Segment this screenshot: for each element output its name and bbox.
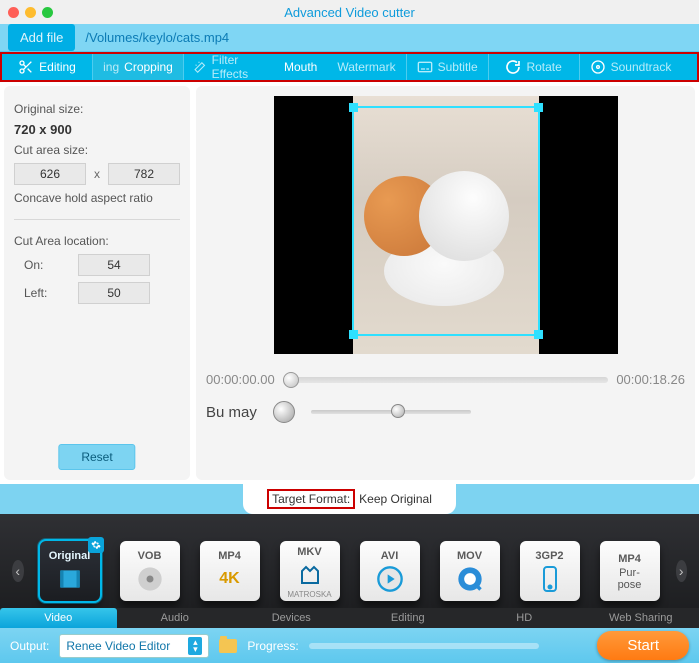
cat-editing[interactable]: Editing (350, 608, 467, 628)
format-mp4-4k[interactable]: MP4 4K (200, 541, 260, 601)
window-controls (8, 7, 53, 18)
formats-prev[interactable]: ‹ (12, 560, 24, 582)
cat-hd[interactable]: HD (466, 608, 583, 628)
target-format-value: Keep Original (359, 492, 432, 506)
timeline: 00:00:00.00 00:00:18.26 (206, 372, 685, 387)
tab-cropping[interactable]: ing Cropping (93, 54, 183, 80)
file-toolbar: Add file /Volumes/keylo/cats.mp4 (0, 24, 699, 52)
start-button[interactable]: Start (597, 631, 689, 660)
on-label: On: (24, 258, 64, 272)
on-input[interactable] (78, 254, 150, 276)
format-mp4-purpose[interactable]: MP4 Pur- pose (600, 541, 660, 601)
format-mkv[interactable]: MKV MATROSKA (280, 541, 340, 601)
main-area: Original size: 720 x 900 Cut area size: … (0, 82, 699, 484)
cut-height-input[interactable] (108, 163, 180, 185)
cat-audio[interactable]: Audio (117, 608, 234, 628)
output-select[interactable]: Renee Video Editor ▴▾ (59, 634, 209, 658)
purpose-text: Pur- pose (618, 567, 642, 591)
video-preview[interactable] (274, 96, 618, 354)
time-total: 00:00:18.26 (616, 372, 685, 387)
fourk-icon: 4K (215, 564, 245, 594)
slider-thumb[interactable] (391, 404, 405, 418)
minimize-button[interactable] (25, 7, 36, 18)
timeline-track[interactable] (283, 377, 609, 383)
time-current: 00:00:00.00 (206, 372, 275, 387)
format-avi[interactable]: AVI (360, 541, 420, 601)
left-input[interactable] (78, 282, 150, 304)
add-file-button[interactable]: Add file (8, 24, 75, 51)
scissors-icon (18, 59, 34, 75)
crop-handle-bl[interactable] (349, 330, 358, 339)
cat-video[interactable]: Video (0, 608, 117, 628)
format-tab-strip: Target Format: Keep Original (0, 484, 699, 514)
gear-icon[interactable] (88, 537, 104, 553)
film-icon (55, 564, 85, 594)
tab-rotate[interactable]: Rotate (489, 54, 579, 80)
original-size-label: Original size: (14, 102, 180, 116)
phone-icon (535, 564, 565, 594)
formats-strip: ‹ Original VOB MP4 4K MKV MATROSKA AVI M… (0, 514, 699, 628)
bottom-bar: Output: Renee Video Editor ▴▾ Progress: … (0, 628, 699, 663)
original-size-value: 720 x 900 (14, 122, 180, 137)
cat-devices[interactable]: Devices (233, 608, 350, 628)
matroska-icon (295, 560, 325, 590)
crop-handle-tl[interactable] (349, 103, 358, 112)
cut-area-location-label: Cut Area location: (14, 234, 180, 248)
tab-soundtrack[interactable]: Soundtrack (580, 54, 682, 80)
divider (14, 219, 180, 220)
filepath-label: /Volumes/keylo/cats.mp4 (85, 30, 229, 45)
titlebar: Advanced Video cutter (0, 0, 699, 24)
reset-button[interactable]: Reset (58, 444, 135, 470)
quicktime-icon (455, 564, 485, 594)
disc-icon (590, 59, 606, 75)
target-format-tab[interactable]: Target Format: Keep Original (243, 484, 456, 514)
output-label: Output: (10, 639, 49, 653)
crop-settings-panel: Original size: 720 x 900 Cut area size: … (4, 86, 190, 480)
zoom-button[interactable] (42, 7, 53, 18)
subtitle-icon (417, 59, 433, 75)
cut-area-size-label: Cut area size: (14, 143, 180, 157)
format-items: Original VOB MP4 4K MKV MATROSKA AVI MOV… (40, 541, 660, 601)
aspect-ratio-label: Concave hold aspect ratio (14, 191, 180, 205)
crop-rectangle[interactable] (352, 106, 540, 336)
open-folder-button[interactable] (219, 639, 237, 653)
progress-label: Progress: (247, 639, 298, 653)
crop-handle-br[interactable] (534, 330, 543, 339)
cut-width-input[interactable] (14, 163, 86, 185)
speed-slider[interactable] (311, 410, 471, 414)
cat-web[interactable]: Web Sharing (583, 608, 699, 628)
play-circle-icon (375, 564, 405, 594)
preview-panel: 00:00:00.00 00:00:18.26 Bu may (196, 86, 695, 480)
bumay-row: Bu may (206, 401, 685, 423)
rotate-icon (505, 59, 521, 75)
crop-handle-tr[interactable] (534, 103, 543, 112)
format-3gp2[interactable]: 3GP2 (520, 541, 580, 601)
format-mov[interactable]: MOV (440, 541, 500, 601)
app-title: Advanced Video cutter (284, 5, 415, 20)
tab-subtitle[interactable]: Subtitle (407, 54, 488, 80)
format-original[interactable]: Original (40, 541, 100, 601)
playhead[interactable] (283, 372, 299, 388)
play-knob[interactable] (273, 401, 295, 423)
tab-filter-effects[interactable]: Filter Effects (184, 54, 274, 80)
close-button[interactable] (8, 7, 19, 18)
formats-next[interactable]: › (676, 560, 688, 582)
tab-mouth[interactable]: Mouth (274, 54, 327, 80)
tab-editing[interactable]: Editing (2, 54, 92, 80)
target-format-label: Target Format: (267, 489, 355, 509)
editing-tabs: Editing ing Cropping Filter Effects Mout… (0, 52, 699, 82)
select-arrows-icon: ▴▾ (188, 637, 202, 655)
bumay-label: Bu may (206, 404, 257, 421)
disc-icon (135, 564, 165, 594)
dims-sep: x (94, 167, 100, 181)
progress-bar (309, 643, 539, 649)
wand-icon (194, 59, 207, 75)
format-vob[interactable]: VOB (120, 541, 180, 601)
left-label: Left: (24, 286, 64, 300)
tab-watermark[interactable]: Watermark (327, 54, 405, 80)
category-tabs: Video Audio Devices Editing HD Web Shari… (0, 608, 699, 628)
